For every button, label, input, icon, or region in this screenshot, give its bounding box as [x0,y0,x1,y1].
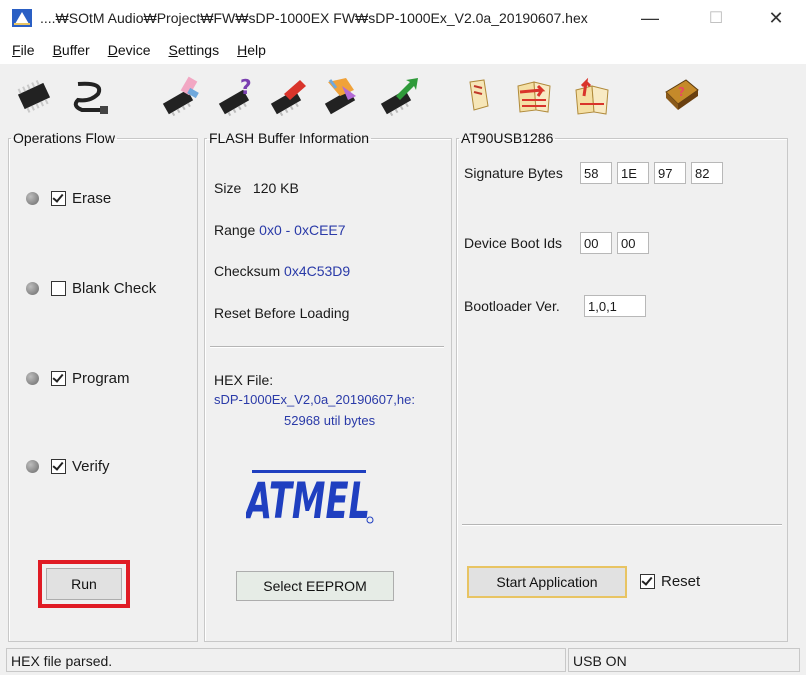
operations-flow-legend: Operations Flow [13,130,115,146]
help-button[interactable]: ? [656,72,704,120]
size-value: 120 KB [252,180,299,196]
svg-text:?: ? [240,76,252,99]
blank-check-row: Blank Check [26,280,156,297]
hex-bytes: 52968 util bytes [284,413,376,428]
blank-check-button[interactable]: ? [212,72,260,120]
verify-row: Verify [26,458,110,475]
verify-label: Verify [72,458,110,475]
verify-checkbox[interactable] [51,459,66,474]
boot-id-2: 00 [617,232,649,254]
reset-checkbox[interactable] [640,574,655,589]
menu-device[interactable]: Device [108,42,151,58]
hex-file-label: HEX File: [214,372,274,388]
start-application-toolbar-button[interactable] [374,72,422,120]
signature-label: Signature Bytes [464,165,563,181]
chip-icon [17,79,51,113]
svg-text:?: ? [678,85,685,99]
status-led [26,372,39,385]
start-application-button[interactable]: Start Application [467,566,627,598]
blank-check-label: Blank Check [72,280,157,297]
status-led [26,282,39,295]
reset-row: Reset [640,573,700,590]
status-message: HEX file parsed. [6,648,566,672]
signature-byte-4: 82 [691,162,723,184]
open-file-button[interactable] [458,72,506,120]
usb-cable-icon [73,81,108,114]
save-hex-button[interactable] [568,72,616,120]
signature-byte-1: 58 [580,162,612,184]
title-bar: ....₩SOtM Audio₩Project₩FW₩sDP-1000EX FW… [0,0,806,36]
run-button[interactable]: Run [46,568,122,600]
erase-label: Erase [72,190,112,207]
range-value: 0x0 - 0xCEE7 [259,222,346,238]
checksum-row: Checksum 0x4C53D9 [214,263,350,279]
menu-buffer[interactable]: Buffer [53,42,90,58]
atmel-logo: ATMEL [243,462,376,530]
chip-program-icon [270,80,306,116]
usb-status: USB ON [568,648,800,672]
program-device-button[interactable] [264,72,312,120]
blank-check-checkbox[interactable] [51,281,66,296]
device-legend: AT90USB1286 [461,130,554,146]
erase-device-button[interactable] [156,72,204,120]
verify-device-button[interactable] [318,72,366,120]
program-label: Program [72,370,130,387]
program-row: Program [26,370,130,387]
close-button[interactable]: ✕ [754,0,798,36]
reset-label: Reset [661,573,701,590]
hex-file-name: sDP-1000Ex_V2,0a_20190607,he: [214,392,415,407]
size-row: Size 120 KB [214,180,299,196]
help-book-icon: ? [665,79,699,110]
program-checkbox[interactable] [51,371,66,386]
signature-byte-3: 97 [654,162,686,184]
load-hex-icon [517,81,551,113]
bootloader-version: 1,0,1 [584,295,646,317]
chip-blank-check-icon: ? [218,76,252,116]
open-file-icon [469,79,489,111]
atmel-logo-text: ATMEL [246,472,370,526]
load-hex-button[interactable] [510,72,558,120]
signature-byte-2: 1E [617,162,649,184]
checksum-value: 0x4C53D9 [284,263,351,279]
menu-settings[interactable]: Settings [169,42,220,58]
minimize-button[interactable]: — [628,0,672,36]
size-label: Size [214,180,242,196]
boot-ids-label: Device Boot Ids [464,235,563,251]
divider [462,524,782,526]
select-eeprom-button[interactable]: Select EEPROM [236,571,394,601]
divider [210,346,444,348]
range-label: Range [214,222,256,238]
erase-row: Erase [26,190,111,207]
status-led [26,192,39,205]
save-hex-icon [575,77,609,115]
bootloader-label: Bootloader Ver. [464,298,560,314]
toolbar: ? ? [0,64,806,126]
menu-file[interactable]: File [12,42,35,58]
select-device-button[interactable] [10,72,58,120]
status-led [26,460,39,473]
erase-checkbox[interactable] [51,191,66,206]
app-icon [12,9,32,27]
window-title: ....₩SOtM Audio₩Project₩FW₩sDP-1000EX FW… [40,10,588,26]
menu-help[interactable]: Help [237,42,266,58]
chip-run-icon [380,78,418,116]
atmel-logo-graphic: ATMEL [243,470,374,530]
menu-bar: File Buffer Device Settings Help [0,36,806,64]
maximize-button[interactable]: ☐ [694,0,738,36]
range-row: Range 0x0 - 0xCEE7 [214,222,346,238]
status-bar: HEX file parsed. USB ON [0,646,806,675]
reset-before-loading: Reset Before Loading [214,305,350,321]
chip-erase-icon [162,76,199,116]
checksum-label: Checksum [214,263,281,279]
select-communication-button[interactable] [66,72,114,120]
flash-buffer-legend: FLASH Buffer Information [209,130,370,146]
boot-id-1: 00 [580,232,612,254]
chip-verify-icon [324,78,356,115]
